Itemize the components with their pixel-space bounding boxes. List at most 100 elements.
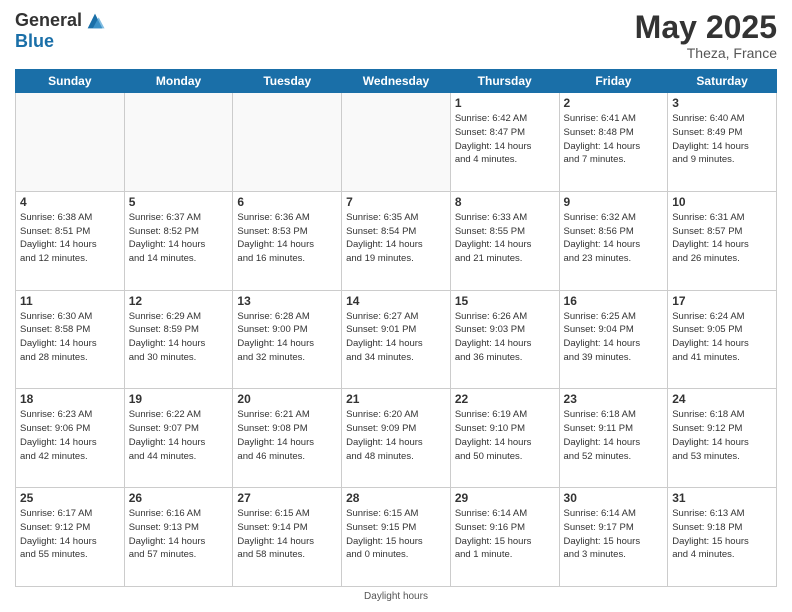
day-number: 2: [564, 96, 664, 110]
day-number: 28: [346, 491, 446, 505]
calendar-week-1: 1Sunrise: 6:42 AM Sunset: 8:47 PM Daylig…: [16, 93, 777, 192]
calendar-cell-w2-d2: 5Sunrise: 6:37 AM Sunset: 8:52 PM Daylig…: [124, 191, 233, 290]
calendar-cell-w5-d4: 28Sunrise: 6:15 AM Sunset: 9:15 PM Dayli…: [342, 488, 451, 587]
day-info: Sunrise: 6:30 AM Sunset: 8:58 PM Dayligh…: [20, 310, 120, 365]
calendar-header-row: Sunday Monday Tuesday Wednesday Thursday…: [16, 70, 777, 93]
day-info: Sunrise: 6:29 AM Sunset: 8:59 PM Dayligh…: [129, 310, 229, 365]
calendar-cell-w2-d4: 7 Sunrise: 6:35 AM Sunset: 8:54 PM Daylig…: [342, 191, 451, 290]
calendar-cell-w3-d1: 11 Sunrise: 6:30 AM Sunset: 8:58 PM Dayli…: [16, 290, 125, 389]
col-thursday: Thursday: [450, 70, 559, 93]
col-wednesday: Wednesday: [342, 70, 451, 93]
day-number: 22: [455, 392, 555, 406]
day-number: 6: [237, 195, 337, 209]
day-number: 9: [564, 195, 664, 209]
calendar-cell-w4-d3: 20Sunrise: 6:21 AM Sunset: 9:08 PM Dayli…: [233, 389, 342, 488]
calendar-cell-w2-d7: 10 Sunrise: 6:31 AM Sunset: 8:57 PM Dayli…: [668, 191, 777, 290]
day-number: 16: [564, 294, 664, 308]
day-info: Sunrise: 6:41 AM Sunset: 8:48 PM Dayligh…: [564, 112, 664, 167]
day-info: Sunrise: 6:26 AM Sunset: 9:03 PM Dayligh…: [455, 310, 555, 365]
day-number: 13: [237, 294, 337, 308]
day-info: Sunrise: 6:31 AM Sunset: 8:57 PM Dayligh…: [672, 211, 772, 266]
day-info: Sunrise: 6:24 AM Sunset: 9:05 PM Dayligh…: [672, 310, 772, 365]
logo-text: General Blue: [15, 10, 106, 52]
calendar-cell-w1-d6: 2 Sunrise: 6:41 AM Sunset: 8:48 PM Daylig…: [559, 93, 668, 192]
calendar-cell-w4-d2: 19 Sunrise: 6:22 AM Sunset: 9:07 PM Dayli…: [124, 389, 233, 488]
day-number: 30: [564, 491, 664, 505]
calendar-cell-w4-d1: 18 Sunrise: 6:23 AM Sunset: 9:06 PM Dayli…: [16, 389, 125, 488]
day-number: 23: [564, 392, 664, 406]
calendar-cell-w5-d5: 29Sunrise: 6:14 AM Sunset: 9:16 PM Dayli…: [450, 488, 559, 587]
day-number: 24: [672, 392, 772, 406]
footer: Daylight hours: [15, 591, 777, 602]
day-number: 10: [672, 195, 772, 209]
day-number: 3: [672, 96, 772, 110]
location-text: Theza, France: [635, 45, 777, 61]
calendar-cell-w3-d4: 14 Sunrise: 6:27 AM Sunset: 9:01 PM Dayli…: [342, 290, 451, 389]
page: General Blue May 2025 Theza, France Sund…: [0, 0, 792, 612]
calendar-table: Sunday Monday Tuesday Wednesday Thursday…: [15, 69, 777, 587]
calendar-cell-w1-d7: 3 Sunrise: 6:40 AM Sunset: 8:49 PM Daylig…: [668, 93, 777, 192]
day-info: Sunrise: 6:17 AM Sunset: 9:12 PM Dayligh…: [20, 507, 120, 562]
col-tuesday: Tuesday: [233, 70, 342, 93]
day-info: Sunrise: 6:18 AM Sunset: 9:11 PM Dayligh…: [564, 408, 664, 463]
title-area: May 2025 Theza, France: [635, 10, 777, 61]
day-number: 26: [129, 491, 229, 505]
day-number: 8: [455, 195, 555, 209]
day-info: Sunrise: 6:25 AM Sunset: 9:04 PM Dayligh…: [564, 310, 664, 365]
calendar-cell-w3-d6: 16 Sunrise: 6:25 AM Sunset: 9:04 PM Dayli…: [559, 290, 668, 389]
day-info: Sunrise: 6:32 AM Sunset: 8:56 PM Dayligh…: [564, 211, 664, 266]
calendar-cell-w1-d1: [16, 93, 125, 192]
col-saturday: Saturday: [668, 70, 777, 93]
header: General Blue May 2025 Theza, France: [15, 10, 777, 61]
day-info: Sunrise: 6:40 AM Sunset: 8:49 PM Dayligh…: [672, 112, 772, 167]
calendar-cell-w3-d5: 15Sunrise: 6:26 AM Sunset: 9:03 PM Dayli…: [450, 290, 559, 389]
calendar-week-2: 4 Sunrise: 6:38 AM Sunset: 8:51 PM Daylig…: [16, 191, 777, 290]
day-number: 19: [129, 392, 229, 406]
day-number: 4: [20, 195, 120, 209]
calendar-cell-w5-d2: 26 Sunrise: 6:16 AM Sunset: 9:13 PM Dayli…: [124, 488, 233, 587]
day-info: Sunrise: 6:21 AM Sunset: 9:08 PM Dayligh…: [237, 408, 337, 463]
day-info: Sunrise: 6:22 AM Sunset: 9:07 PM Dayligh…: [129, 408, 229, 463]
calendar-cell-w4-d4: 21 Sunrise: 6:20 AM Sunset: 9:09 PM Dayli…: [342, 389, 451, 488]
logo-blue: Blue: [15, 32, 106, 52]
calendar-cell-w3-d2: 12 Sunrise: 6:29 AM Sunset: 8:59 PM Dayli…: [124, 290, 233, 389]
day-info: Sunrise: 6:19 AM Sunset: 9:10 PM Dayligh…: [455, 408, 555, 463]
day-number: 21: [346, 392, 446, 406]
day-info: Sunrise: 6:16 AM Sunset: 9:13 PM Dayligh…: [129, 507, 229, 562]
calendar-cell-w1-d5: 1Sunrise: 6:42 AM Sunset: 8:47 PM Daylig…: [450, 93, 559, 192]
day-number: 18: [20, 392, 120, 406]
day-number: 31: [672, 491, 772, 505]
month-year-title: May 2025: [635, 10, 777, 45]
day-info: Sunrise: 6:35 AM Sunset: 8:54 PM Dayligh…: [346, 211, 446, 266]
day-info: Sunrise: 6:28 AM Sunset: 9:00 PM Dayligh…: [237, 310, 337, 365]
day-info: Sunrise: 6:27 AM Sunset: 9:01 PM Dayligh…: [346, 310, 446, 365]
calendar-cell-w2-d6: 9 Sunrise: 6:32 AM Sunset: 8:56 PM Daylig…: [559, 191, 668, 290]
day-info: Sunrise: 6:20 AM Sunset: 9:09 PM Dayligh…: [346, 408, 446, 463]
day-info: Sunrise: 6:38 AM Sunset: 8:51 PM Dayligh…: [20, 211, 120, 266]
calendar-cell-w1-d3: [233, 93, 342, 192]
day-number: 7: [346, 195, 446, 209]
daylight-label: Daylight hours: [364, 591, 428, 602]
col-sunday: Sunday: [16, 70, 125, 93]
day-number: 1: [455, 96, 555, 110]
calendar-cell-w5-d3: 27Sunrise: 6:15 AM Sunset: 9:14 PM Dayli…: [233, 488, 342, 587]
calendar-cell-w4-d5: 22 Sunrise: 6:19 AM Sunset: 9:10 PM Dayli…: [450, 389, 559, 488]
day-number: 11: [20, 294, 120, 308]
day-number: 12: [129, 294, 229, 308]
calendar-cell-w2-d5: 8Sunrise: 6:33 AM Sunset: 8:55 PM Daylig…: [450, 191, 559, 290]
day-info: Sunrise: 6:18 AM Sunset: 9:12 PM Dayligh…: [672, 408, 772, 463]
calendar-cell-w5-d6: 30Sunrise: 6:14 AM Sunset: 9:17 PM Dayli…: [559, 488, 668, 587]
col-monday: Monday: [124, 70, 233, 93]
day-number: 14: [346, 294, 446, 308]
logo: General Blue: [15, 10, 106, 52]
calendar-cell-w2-d3: 6Sunrise: 6:36 AM Sunset: 8:53 PM Daylig…: [233, 191, 342, 290]
calendar-week-5: 25Sunrise: 6:17 AM Sunset: 9:12 PM Dayli…: [16, 488, 777, 587]
calendar-cell-w5-d1: 25Sunrise: 6:17 AM Sunset: 9:12 PM Dayli…: [16, 488, 125, 587]
day-info: Sunrise: 6:15 AM Sunset: 9:14 PM Dayligh…: [237, 507, 337, 562]
day-number: 5: [129, 195, 229, 209]
day-info: Sunrise: 6:23 AM Sunset: 9:06 PM Dayligh…: [20, 408, 120, 463]
calendar-cell-w1-d4: [342, 93, 451, 192]
logo-icon: [84, 10, 106, 32]
calendar-cell-w3-d3: 13 Sunrise: 6:28 AM Sunset: 9:00 PM Dayli…: [233, 290, 342, 389]
day-number: 29: [455, 491, 555, 505]
